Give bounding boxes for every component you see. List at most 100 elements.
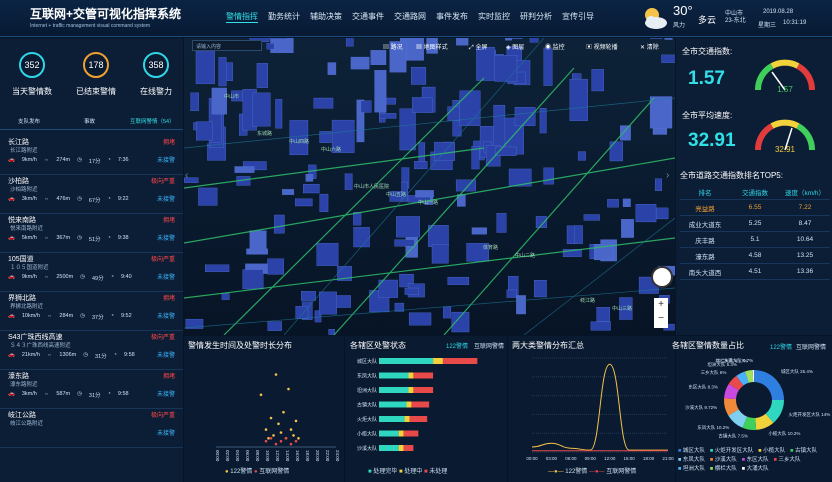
pie-legend-item[interactable]: ■ 横栏大队 [710, 464, 737, 472]
distance-icon: ⇔ [43, 235, 50, 241]
map-building [455, 179, 476, 192]
incident-item[interactable]: 界狮北路 界狮北路附近 拥堵 未接警 🚗 10km/h ⇔ 284m ◷ 37分 ◔ 9… [0, 291, 183, 331]
bar-tag-122[interactable]: 122警情 [446, 341, 468, 350]
incident-status[interactable]: 未接警 [157, 311, 175, 320]
map-building [459, 90, 481, 126]
map-next-arrow-icon[interactable]: › [666, 170, 669, 181]
pie-tag-internet[interactable]: 互联网警情 [796, 342, 826, 351]
zoom-in-icon[interactable]: + [654, 298, 668, 312]
incident-item[interactable]: 濠东路 濠东路附近 拥堵 未接警 🚗 3km/h ⇔ 587m ◷ 31分 ◔ 9:58 [0, 369, 183, 409]
pie-legend-item[interactable]: ■ 东凤大队 [678, 455, 705, 463]
bar-segment [398, 430, 404, 437]
pie-legend-item[interactable]: ■ 火炬开发区大队 [710, 446, 753, 454]
nav-item-promo[interactable]: 宣传引导 [562, 11, 594, 23]
nav-item-command[interactable]: 警情指挥 [226, 11, 258, 23]
incident-status[interactable]: 未接警 [157, 155, 175, 164]
rank-row[interactable]: 成业大道东 5.25 8.47 [680, 216, 830, 232]
pie-legend-item[interactable]: ■ 坦洲大队 [678, 464, 705, 472]
incident-item[interactable]: 岐江公路 岐江公路附近 极向严重 未接警 [0, 408, 183, 448]
pie-slice-label: 东区大队 8.3% [688, 383, 718, 390]
map-building [656, 207, 669, 220]
map-building [221, 293, 230, 300]
incident-item[interactable]: S43广珠西线高速 Ｓ４３广珠西线高速附近 极向严重 未接警 🚗 21km/h ⇔… [0, 330, 183, 370]
nav-item-decision[interactable]: 辅助决策 [310, 11, 342, 23]
tool-clear[interactable]: ✕ 清除 [640, 42, 659, 51]
tab-accident[interactable]: 事故 [84, 117, 95, 125]
map-building [534, 280, 547, 298]
bar-segment [433, 358, 443, 364]
pie-slice-label: 沙溪大队 9.72% [685, 404, 717, 411]
incident-status[interactable]: 未接警 [157, 389, 175, 398]
tool-traffic[interactable]: ▤ 路况 [383, 42, 403, 51]
incident-item[interactable]: 长江路 长江路附近 拥堵 未接警 🚗 9km/h ⇔ 274m ◷ 17分 ◔ 7:36 [0, 135, 183, 175]
pie-tag-122[interactable]: 122警情 [770, 342, 792, 351]
tool-map-style[interactable]: ▦ 地图样式 [416, 42, 448, 51]
rank-row[interactable]: 濠东路 4.58 13.25 [680, 248, 830, 264]
incident-item[interactable]: 沙柏路 沙柏路附近 极向严重 未接警 🚗 3km/h ⇔ 476m ◷ 67分 ◔ 9:… [0, 174, 183, 214]
bar-chart: 城区大队东凤大队坦洲大队古镇大队火炬大队小榄大队沙溪大队 [357, 358, 478, 452]
incident-item[interactable]: 悦来南路 悦来南路附近 拥堵 未接警 🚗 5km/h ⇔ 367m ◷ 51分 ◔ 9:… [0, 213, 183, 253]
cloudy-sun-icon [645, 8, 667, 29]
stat-ring-finished: 178 [83, 52, 109, 78]
tool-layers[interactable]: ◈ 图层 [506, 42, 524, 51]
nav-item-monitor[interactable]: 实时监控 [478, 11, 510, 23]
pie-legend-item[interactable]: ■ 沙溪大队 [710, 455, 737, 463]
incident-status[interactable]: 未接警 [157, 194, 175, 203]
incident-time: 9:58 [117, 391, 129, 397]
map-road-label: 岐江路 [580, 297, 595, 304]
clock-icon: ◔ [107, 235, 111, 241]
pie-legend-item[interactable]: ■ 东区大队 [742, 455, 769, 463]
tab-release[interactable]: 支队发布 [18, 117, 40, 125]
tool-fullscreen[interactable]: ⤢ 全屏 [469, 42, 487, 52]
incident-status[interactable]: 未接警 [157, 272, 175, 281]
incident-metrics: 🚗 21km/h ⇔ 1306m ◷ 31分 ◔ 9:58 [8, 352, 135, 360]
avg-speed-label: 全市平均速度: [682, 111, 733, 120]
pie-legend-item[interactable]: ■ 古镇大队 [790, 446, 817, 454]
zoom-out-icon[interactable]: − [654, 312, 668, 326]
rank-row[interactable]: 庆丰路 5.1 10.64 [680, 232, 830, 248]
zoom-control[interactable]: + − [654, 298, 668, 328]
map-building [198, 187, 218, 206]
nav-item-events[interactable]: 交通事件 [352, 11, 384, 23]
scatter-point [269, 437, 273, 440]
tool-monitor[interactable]: ◉ 监控 [545, 42, 565, 51]
pie-legend-item[interactable]: ■ 三乡大队 [774, 455, 801, 463]
rank-header-row: 排名 交通指数 速度（km/h） [680, 184, 830, 200]
bar-category-label: 坦洲大队 [357, 387, 377, 394]
scatter-point [264, 439, 268, 443]
incident-speed: 5km/h [21, 235, 37, 241]
scatter-x-tick: 06:00 [245, 450, 250, 462]
nav-item-analysis[interactable]: 研判分析 [520, 11, 552, 23]
incident-duration: 49分 [91, 276, 104, 282]
map-building [494, 146, 517, 156]
pie-legend-item[interactable]: ■ 大涌大队 [742, 464, 769, 472]
map-building [275, 99, 283, 129]
incident-status[interactable]: 未接警 [157, 233, 175, 242]
city-map[interactable]: 中山市 中山六路 中山一路 中山二路 中山三路 中山四路 中山五路 体育路 岐江路 东城路 中山市人… [184, 38, 675, 335]
incident-duration: 51分 [88, 237, 101, 243]
map-road-label: 中山四路 [289, 138, 309, 145]
map-building [649, 96, 673, 129]
compass-icon[interactable] [651, 266, 673, 288]
tool-video[interactable]: ▣ 视频轮播 [586, 42, 618, 51]
bar-segment [379, 372, 409, 379]
map-prev-arrow-icon[interactable]: ‹ [185, 170, 188, 181]
bar-category-label: 沙溪大队 [357, 445, 377, 452]
scatter-point [294, 439, 298, 443]
incident-status[interactable]: 未接警 [157, 350, 175, 359]
incident-speed: 21km/h [21, 352, 40, 358]
bar-segment [398, 445, 404, 451]
rank-row[interactable]: 南头大道西 4.51 13.36 [680, 264, 830, 280]
incident-item[interactable]: 105国道 １０５国道附近 极向严重 未接警 🚗 9km/h ⇔ 2500m ◷ 49… [0, 252, 183, 292]
map-building [379, 113, 397, 119]
incident-status[interactable]: 未接警 [157, 428, 175, 437]
pie-legend-item[interactable]: ■ 小榄大队 [758, 446, 785, 454]
nav-item-network[interactable]: 交通路网 [394, 11, 426, 23]
nav-item-duty-stats[interactable]: 勤务统计 [268, 11, 300, 23]
rank-row[interactable]: 亮益路 6.55 7.22 [680, 200, 830, 216]
pie-legend-item[interactable]: ■ 城区大队 [678, 446, 705, 454]
nav-item-publish[interactable]: 事件发布 [436, 11, 468, 23]
incident-location: Ｓ４３广珠西线高速附近 [10, 343, 71, 349]
bar-tag-internet[interactable]: 互联网警情 [474, 341, 504, 350]
tab-internet[interactable]: 互联网警情（54） [130, 117, 175, 125]
